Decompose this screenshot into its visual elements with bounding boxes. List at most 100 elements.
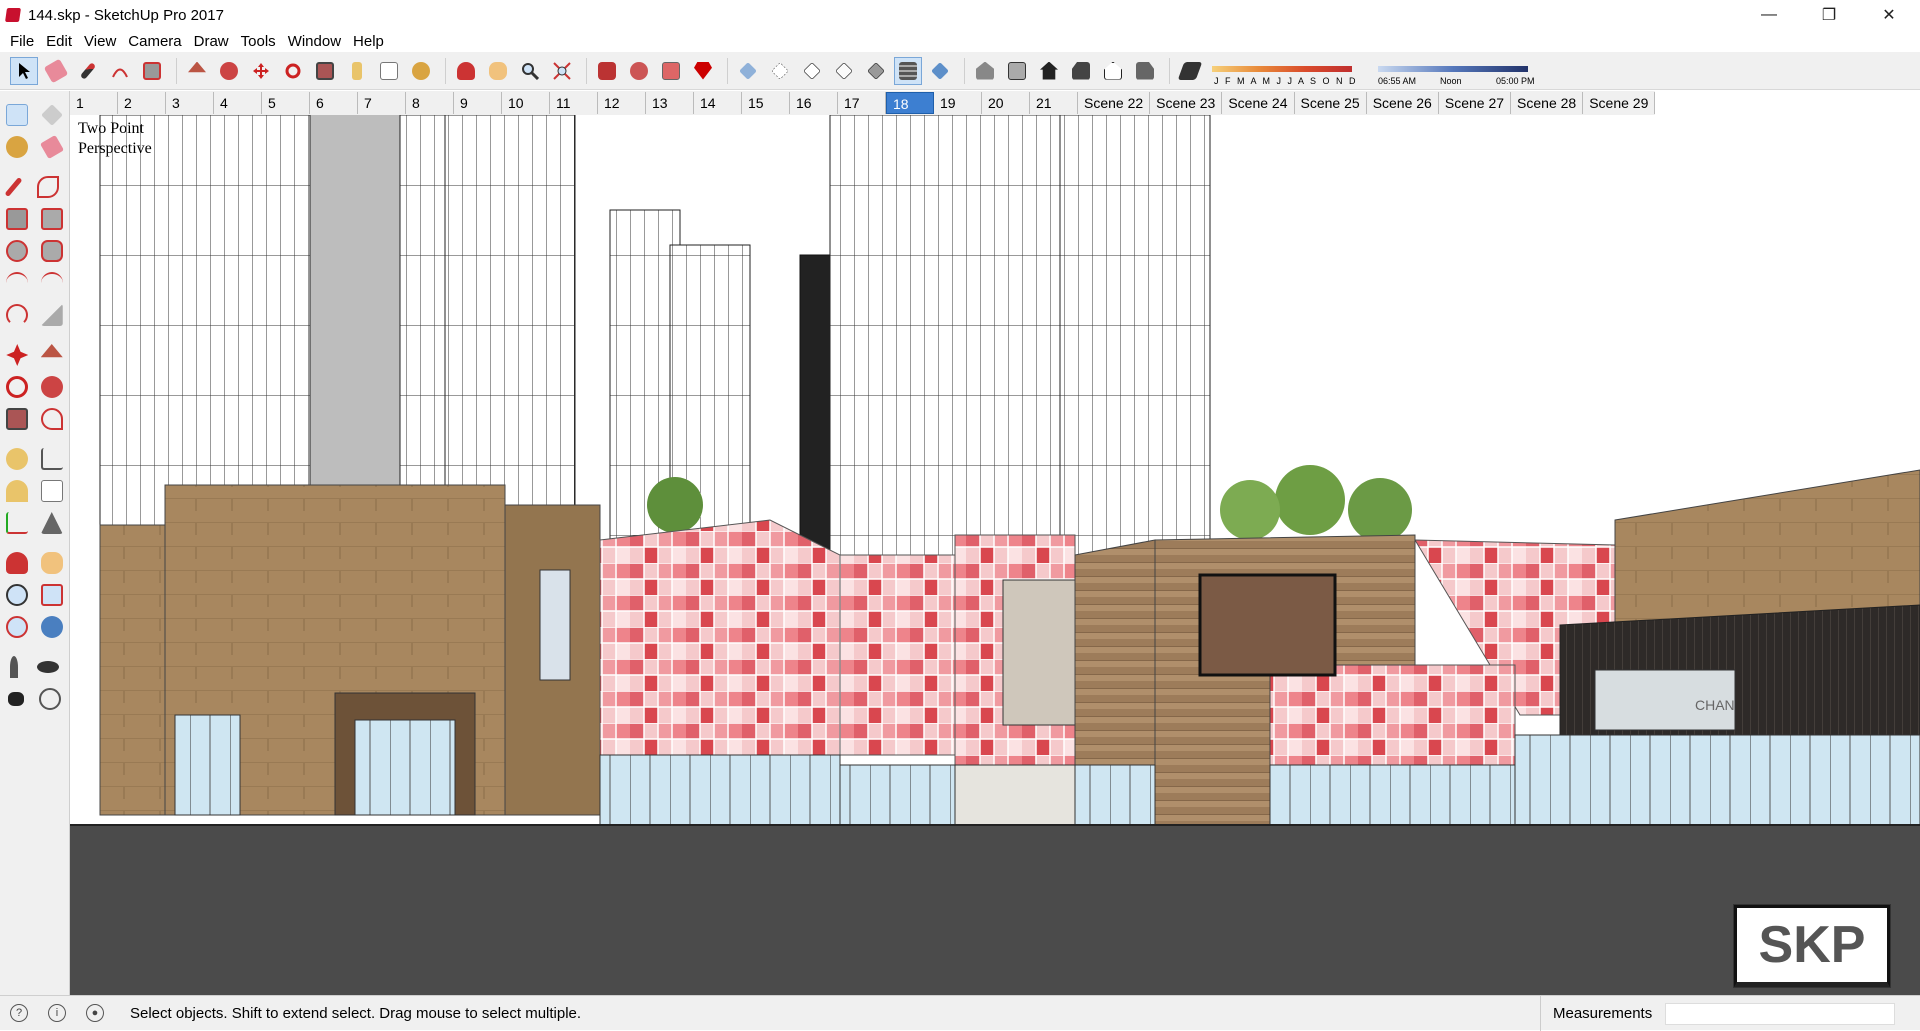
scale-icon[interactable]: [6, 408, 29, 430]
xray-style-button[interactable]: [734, 57, 762, 85]
move-tool-button[interactable]: [247, 57, 275, 85]
zoom-tool-button[interactable]: [516, 57, 544, 85]
follow-me-tool-button[interactable]: [215, 57, 243, 85]
rotate-tool-button[interactable]: [279, 57, 307, 85]
scene-tab[interactable]: 15: [742, 92, 790, 114]
rectangle-tool-button[interactable]: [138, 57, 166, 85]
menu-edit[interactable]: Edit: [40, 33, 78, 50]
wireframe-style-button[interactable]: [798, 57, 826, 85]
3d-text-icon[interactable]: [40, 512, 63, 534]
push-pull-tool-button[interactable]: [183, 57, 211, 85]
eraser-tool-button[interactable]: [42, 57, 70, 85]
dimension-icon[interactable]: [40, 448, 63, 470]
pencil-icon[interactable]: [4, 176, 22, 198]
look-around-eye-icon[interactable]: [37, 661, 60, 673]
text-tool-button[interactable]: [375, 57, 403, 85]
zoom-extents-icon[interactable]: [6, 616, 29, 638]
scene-tab[interactable]: 10: [502, 92, 550, 114]
user-account-icon[interactable]: ●: [86, 1004, 104, 1022]
orbit-tool-button[interactable]: [452, 57, 480, 85]
scene-tab[interactable]: 12: [598, 92, 646, 114]
scene-tab[interactable]: 8: [406, 92, 454, 114]
back-view-button[interactable]: [1099, 57, 1127, 85]
section-plane-icon[interactable]: [39, 688, 62, 710]
menu-help[interactable]: Help: [347, 33, 390, 50]
rotate-icon[interactable]: [6, 376, 29, 398]
scene-tab[interactable]: 20: [982, 92, 1030, 114]
share-model-button[interactable]: [657, 57, 685, 85]
scene-tab[interactable]: Scene 26: [1367, 92, 1439, 114]
zoom-window-icon[interactable]: [40, 584, 63, 606]
scene-tab[interactable]: 11: [550, 92, 598, 114]
make-component-icon[interactable]: [40, 104, 63, 126]
left-view-button[interactable]: [1131, 57, 1159, 85]
scale-tool-button[interactable]: [311, 57, 339, 85]
offset-tool-button[interactable]: [343, 57, 371, 85]
scene-tab[interactable]: 3: [166, 92, 214, 114]
two-point-arc-icon[interactable]: [40, 272, 63, 294]
scene-tab[interactable]: 17: [838, 92, 886, 114]
scene-tab[interactable]: 21: [1030, 92, 1078, 114]
warehouse-button[interactable]: [593, 57, 621, 85]
front-view-button[interactable]: [1035, 57, 1063, 85]
close-button[interactable]: ✕: [1866, 0, 1912, 30]
right-view-button[interactable]: [1067, 57, 1095, 85]
geo-location-icon[interactable]: ?: [10, 1004, 28, 1022]
previous-view-icon[interactable]: [40, 616, 63, 638]
protractor-icon[interactable]: [6, 480, 29, 502]
scene-tab[interactable]: 1: [70, 92, 118, 114]
scene-tab[interactable]: 13: [646, 92, 694, 114]
scene-tab[interactable]: Scene 29: [1583, 92, 1656, 114]
hidden-line-style-button[interactable]: [830, 57, 858, 85]
scene-tab[interactable]: 9: [454, 92, 502, 114]
scene-tab[interactable]: Scene 23: [1150, 92, 1223, 114]
extension-manager-button[interactable]: [689, 57, 717, 85]
hand-pan-icon[interactable]: [40, 552, 63, 574]
scene-tab[interactable]: 19: [934, 92, 982, 114]
menu-camera[interactable]: Camera: [122, 33, 187, 50]
position-camera-icon[interactable]: [9, 656, 18, 678]
pan-tool-button[interactable]: [484, 57, 512, 85]
offset-icon[interactable]: [40, 408, 63, 430]
text-icon[interactable]: [40, 480, 63, 502]
shaded-textures-style-button[interactable]: [894, 56, 922, 85]
scene-tab[interactable]: 18: [886, 92, 934, 114]
paint-bucket-tool-button[interactable]: [407, 57, 435, 85]
select-tool-button[interactable]: [10, 56, 38, 85]
shadow-time-slider[interactable]: 06:55 AM Noon 05:00 PM: [1378, 62, 1538, 86]
pie-icon[interactable]: [40, 304, 63, 326]
push-pull-icon[interactable]: [40, 344, 63, 358]
axes-icon[interactable]: [6, 512, 29, 534]
scene-tab[interactable]: 4: [214, 92, 262, 114]
tape-measure-icon[interactable]: [6, 448, 29, 470]
measurements-input[interactable]: [1665, 1003, 1895, 1025]
orbit-icon[interactable]: [6, 552, 29, 574]
line-tool-button[interactable]: [74, 57, 102, 85]
menu-file[interactable]: File: [4, 33, 40, 50]
freehand-icon[interactable]: [36, 176, 59, 198]
back-edges-style-button[interactable]: [766, 57, 794, 85]
move-icon[interactable]: [6, 344, 29, 366]
scene-tab[interactable]: Scene 27: [1439, 92, 1512, 114]
scene-tab[interactable]: 16: [790, 92, 838, 114]
model-viewport[interactable]: Two Point Perspective CHAN: [70, 115, 1920, 995]
circle-icon[interactable]: [6, 240, 29, 262]
arc-tool-button[interactable]: [106, 57, 134, 85]
scene-tab[interactable]: 14: [694, 92, 742, 114]
scene-tab[interactable]: 7: [358, 92, 406, 114]
arc-icon[interactable]: [6, 272, 29, 294]
zoom-icon[interactable]: [6, 584, 29, 606]
extension-warehouse-button[interactable]: [625, 57, 653, 85]
shaded-style-button[interactable]: [862, 57, 890, 85]
scene-tab[interactable]: Scene 24: [1222, 92, 1295, 114]
scene-tab[interactable]: Scene 25: [1295, 92, 1367, 114]
zoom-extents-button[interactable]: [548, 57, 576, 85]
scene-tab[interactable]: Scene 28: [1511, 92, 1584, 114]
scene-tab[interactable]: 2: [118, 92, 166, 114]
scene-tab[interactable]: 5: [262, 92, 310, 114]
follow-me-icon[interactable]: [40, 376, 63, 398]
restore-button[interactable]: ❐: [1806, 0, 1852, 30]
top-view-button[interactable]: [1003, 57, 1031, 85]
menu-view[interactable]: View: [78, 33, 122, 50]
menu-draw[interactable]: Draw: [188, 33, 235, 50]
